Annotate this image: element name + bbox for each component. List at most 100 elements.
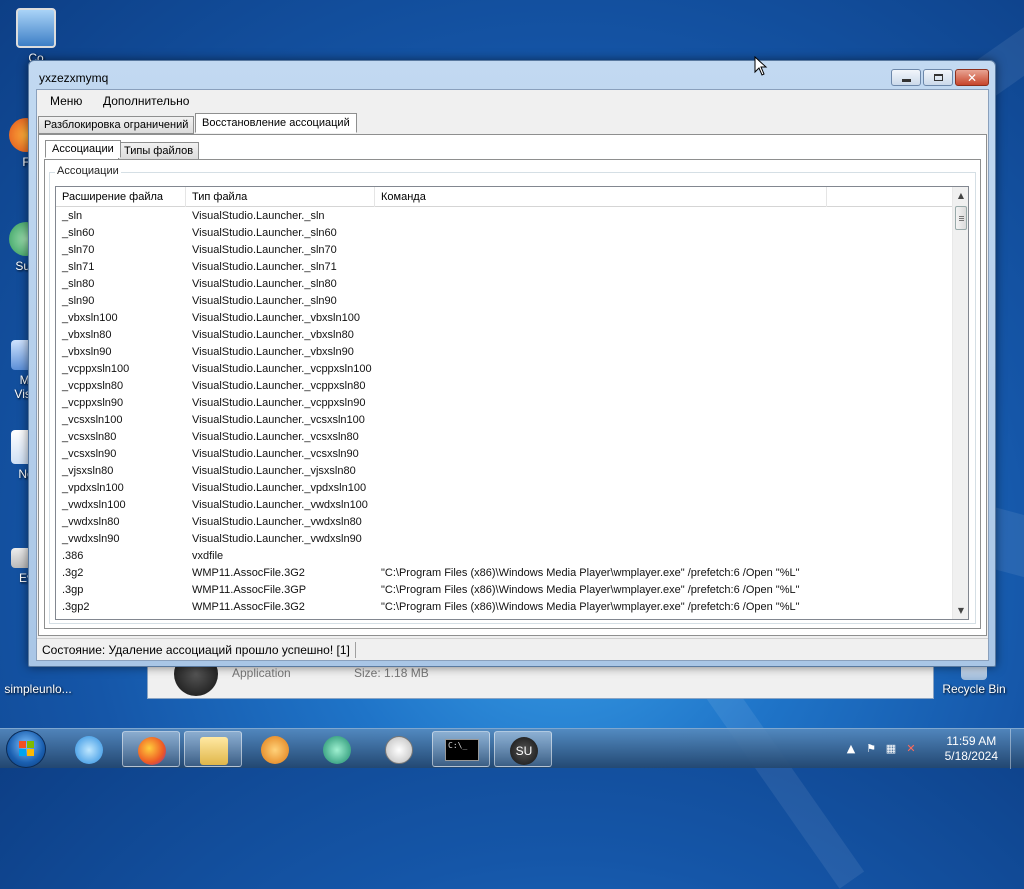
list-body: _sln VisualStudio.Launcher._sln _sln60 Visu… — [56, 208, 954, 616]
table-row[interactable]: _vjsxsln80 VisualStudio.Launcher._vjsxsln… — [56, 463, 954, 480]
table-row[interactable]: _vcsxsln100 VisualStudio.Launcher._vcsxsl… — [56, 412, 954, 429]
network-icon[interactable]: ▦ — [884, 742, 898, 756]
table-row[interactable]: _vpdxsln100 VisualStudio.Launcher._vpdxsl… — [56, 480, 954, 497]
scroll-down-icon[interactable]: ▼ — [953, 602, 968, 619]
table-row[interactable]: _vwdxsln80 VisualStudio.Launcher._vwdxsln… — [56, 514, 954, 531]
cell-command — [375, 480, 827, 497]
groupbox-label: Ассоциации — [55, 165, 121, 177]
bg-window-size: Size: 1.18 MB — [354, 666, 429, 680]
cell-file-type: VisualStudio.Launcher._vbxsln90 — [192, 346, 354, 358]
cell-file-type: VisualStudio.Launcher._vwdxsln80 — [192, 516, 362, 528]
taskbar-green-app[interactable] — [308, 731, 366, 767]
table-row[interactable]: _vbxsln80 VisualStudio.Launcher._vbxsln80 — [56, 327, 954, 344]
tab-unlock-restrictions[interactable]: Разблокировка ограничений — [38, 116, 195, 134]
table-row[interactable]: _vbxsln100 VisualStudio.Launcher._vbxsln1… — [56, 310, 954, 327]
cell-command — [375, 361, 827, 378]
tab-restore-associations[interactable]: Восстановление ассоциаций — [195, 113, 357, 133]
table-row[interactable]: _vwdxsln90 VisualStudio.Launcher._vwdxsln… — [56, 531, 954, 548]
scroll-up-icon[interactable]: ▲ — [953, 187, 968, 204]
table-row[interactable]: _sln90 VisualStudio.Launcher._sln90 — [56, 293, 954, 310]
desktop-icon-computer[interactable]: Co — [0, 8, 74, 65]
cell-command — [375, 497, 827, 514]
cell-file-type: VisualStudio.Launcher._vbxsln80 — [192, 329, 354, 341]
column-header-file-type[interactable]: Тип файла — [186, 187, 375, 207]
taskbar-simpleunlocker[interactable]: SU — [494, 731, 552, 767]
taskbar-command-prompt[interactable]: C:\_ — [432, 731, 490, 767]
scroll-thumb[interactable] — [955, 206, 967, 230]
table-row[interactable]: _vwdxsln100 VisualStudio.Launcher._vwdxsl… — [56, 497, 954, 514]
action-center-flag-icon[interactable]: ⚑ — [864, 742, 878, 756]
table-row[interactable]: _vcsxsln90 VisualStudio.Launcher._vcsxsln… — [56, 446, 954, 463]
associations-list[interactable]: Расширение файла Тип файла Команда _sln V… — [55, 186, 969, 620]
cell-file-type: VisualStudio.Launcher._vcppxsln100 — [192, 363, 372, 375]
cell-extension: _sln — [62, 210, 83, 222]
cell-command — [375, 514, 827, 531]
taskbar-file-explorer[interactable] — [184, 731, 242, 767]
clock-icon — [385, 736, 413, 764]
table-row[interactable]: _sln70 VisualStudio.Launcher._sln70 — [56, 242, 954, 259]
cell-command — [375, 225, 827, 242]
cell-file-type: VisualStudio.Launcher._sln — [192, 210, 325, 222]
table-row[interactable]: _sln VisualStudio.Launcher._sln — [56, 208, 954, 225]
table-row[interactable]: _sln80 VisualStudio.Launcher._sln80 — [56, 276, 954, 293]
caption-buttons: ✕ — [889, 69, 989, 86]
window-title: yxzezxmymq — [39, 71, 109, 85]
vertical-scrollbar[interactable]: ▲ ▼ — [952, 187, 968, 619]
maximize-button[interactable] — [923, 69, 953, 86]
start-button[interactable] — [6, 730, 46, 768]
cell-command — [375, 412, 827, 429]
close-button[interactable]: ✕ — [955, 69, 989, 86]
table-row[interactable]: _sln71 VisualStudio.Launcher._sln71 — [56, 259, 954, 276]
clock[interactable]: 11:59 AM 5/18/2024 — [945, 734, 998, 764]
table-row[interactable]: .386 vxdfile — [56, 548, 954, 565]
cell-extension: .3gp2 — [62, 601, 90, 613]
cell-command: "C:\Program Files (x86)\Windows Media Pl… — [381, 584, 800, 596]
cell-extension: _vcppxsln100 — [62, 363, 130, 375]
desktop-icon-simpleunlocker[interactable]: simpleunlo... — [0, 682, 76, 696]
cell-command — [375, 395, 827, 412]
table-row[interactable]: _vcppxsln90 VisualStudio.Launcher._vcppxs… — [56, 395, 954, 412]
cell-command — [375, 378, 827, 395]
table-row[interactable]: _vcppxsln100 VisualStudio.Launcher._vcppx… — [56, 361, 954, 378]
cell-command — [375, 548, 827, 565]
cell-extension: _sln60 — [62, 227, 95, 239]
main-window: yxzezxmymq ✕ Меню Дополнительно Разблоки… — [28, 60, 996, 667]
cell-command — [375, 327, 827, 344]
title-bar[interactable]: yxzezxmymq ✕ — [29, 61, 995, 89]
cell-file-type: WMP11.AssocFile.3G2 — [192, 601, 305, 613]
tab-file-types[interactable]: Типы файлов — [118, 142, 200, 160]
desktop-icon-label: simpleunlo... — [4, 682, 72, 696]
taskbar-internet-explorer[interactable] — [60, 731, 118, 767]
column-header-empty[interactable] — [827, 187, 954, 207]
cell-extension: _vwdxsln80 — [62, 516, 120, 528]
table-row[interactable]: _sln60 VisualStudio.Launcher._sln60 — [56, 225, 954, 242]
column-header-command[interactable]: Команда — [375, 187, 827, 207]
minimize-button[interactable] — [891, 69, 921, 86]
table-row[interactable]: _vcppxsln80 VisualStudio.Launcher._vcppxs… — [56, 378, 954, 395]
taskbar-clock-app[interactable] — [370, 731, 428, 767]
show-hidden-icons-icon[interactable]: ▲ — [844, 742, 858, 756]
taskbar-firefox[interactable] — [122, 731, 180, 767]
desktop-icon-label: Recycle Bin — [942, 682, 1006, 696]
table-row[interactable]: .3gp2 WMP11.AssocFile.3G2 "C:\Program File… — [56, 599, 954, 616]
table-row[interactable]: _vcsxsln80 VisualStudio.Launcher._vcsxsln… — [56, 429, 954, 446]
cell-extension: _vbxsln90 — [62, 346, 112, 358]
desktop-icon-recycle-bin[interactable]: Recycle Bin — [936, 662, 1012, 696]
taskbar-media-player[interactable] — [246, 731, 304, 767]
menu-advanced[interactable]: Дополнительно — [103, 94, 189, 108]
menu-main[interactable]: Меню — [50, 94, 82, 108]
taskbar: C:\_ SU ▲ ⚑ ▦ ✕ 11:59 AM 5/18/2024 — [0, 728, 1024, 769]
cell-extension: _sln80 — [62, 278, 95, 290]
table-row[interactable]: _vbxsln90 VisualStudio.Launcher._vbxsln90 — [56, 344, 954, 361]
tab-associations[interactable]: Ассоциации — [45, 140, 121, 158]
cell-command — [375, 242, 827, 259]
table-row[interactable]: .3g2 WMP11.AssocFile.3G2 "C:\Program Files… — [56, 565, 954, 582]
cell-command — [375, 293, 827, 310]
minimize-icon — [901, 79, 911, 82]
show-desktop-button[interactable] — [1010, 729, 1024, 769]
volume-muted-icon[interactable]: ✕ — [904, 742, 918, 756]
cell-file-type: VisualStudio.Launcher._vbxsln100 — [192, 312, 360, 324]
column-header-extension[interactable]: Расширение файла — [56, 187, 186, 207]
media-player-icon — [261, 736, 289, 764]
table-row[interactable]: .3gp WMP11.AssocFile.3GP "C:\Program Files… — [56, 582, 954, 599]
